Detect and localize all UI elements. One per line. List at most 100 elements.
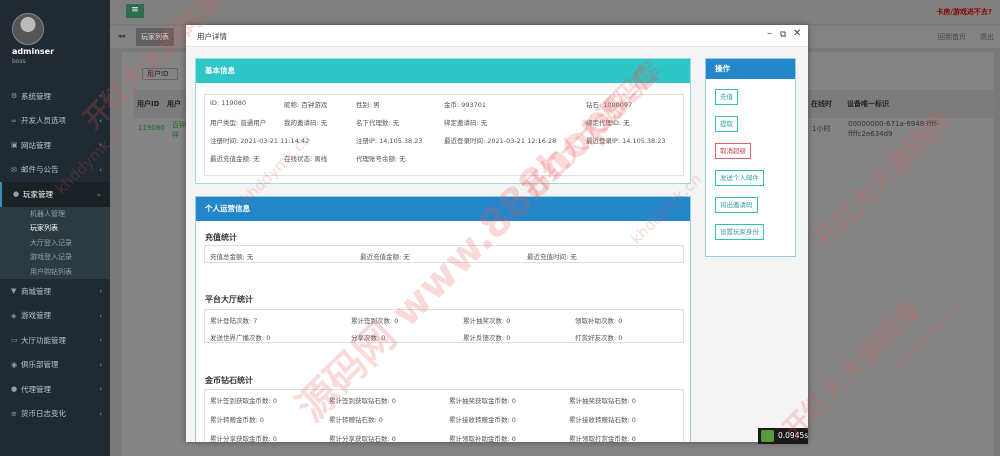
- tab-scroll-left-icon[interactable]: ◂◂: [118, 32, 125, 40]
- user-role: boss: [12, 58, 26, 65]
- chevron-left-icon: ‹: [99, 165, 102, 174]
- timer-value: 0.0945s: [778, 431, 809, 440]
- col-header-userid: 用户ID: [134, 90, 164, 118]
- field-bound-agent: 绑定代理ID: 无: [586, 119, 630, 127]
- chevron-left-icon: ‹: [99, 336, 102, 345]
- sidebar-sub-hall-login[interactable]: 大厅登入记录: [0, 235, 110, 250]
- field-register-time: 注册时间: 2021-03-21 11:14:42: [210, 137, 310, 145]
- field-online-status: 在线状态: 离线: [284, 155, 328, 163]
- sidebar-item-shop[interactable]: ▼ 商城管理 ‹: [0, 279, 110, 304]
- gamepad-icon: ◈: [11, 311, 17, 320]
- sidebar-item-label: 商城管理: [21, 286, 51, 296]
- tab-player-list[interactable]: 玩家列表: [136, 28, 174, 46]
- agent-icon: ●: [11, 385, 18, 394]
- sidebar-item-currency-log[interactable]: ≡ 货币日志变化 ‹: [0, 402, 110, 427]
- send-mail-button[interactable]: 发送个人邮件: [715, 170, 764, 186]
- sidebar-sub-diamond-list[interactable]: 用户购钻列表: [0, 264, 110, 279]
- stat-received-gold: 累计接收转赠金币数: 0: [449, 416, 516, 424]
- sidebar-item-hall[interactable]: ▭ 大厅功能管理 ‹: [0, 328, 110, 353]
- sidebar-sub-robots[interactable]: 机器人管理: [0, 206, 110, 221]
- field-user-type: 用户类型: 普通用户: [210, 119, 267, 127]
- maximize-icon[interactable]: ⧉: [780, 30, 786, 40]
- sidebar-item-label: 代理管理: [21, 384, 51, 394]
- chevron-left-icon: ‹: [99, 92, 102, 101]
- list-icon: ≡: [11, 409, 17, 418]
- sidebar-item-mail[interactable]: ✉ 邮件与公告 ‹: [0, 158, 110, 183]
- recharge-stats-title: 充值统计: [205, 233, 237, 242]
- filter-userid-label[interactable]: 用户ID: [142, 68, 178, 80]
- modal-title: 用户详情: [197, 32, 227, 41]
- sidebar-sub-game-login[interactable]: 游戏登入记录: [0, 250, 110, 265]
- row-nick-1: 百钟: [172, 121, 186, 129]
- close-icon[interactable]: ✕: [793, 28, 801, 39]
- cart-icon: ▼: [11, 287, 17, 296]
- sidebar-item-system[interactable]: ⚙ 系统管理 ‹: [0, 84, 110, 109]
- row-device-2: ffffc2e634d9: [848, 130, 893, 138]
- set-identity-button[interactable]: 设置玩家身份: [715, 224, 764, 240]
- sidebar-item-games[interactable]: ◈ 游戏管理 ‹: [0, 304, 110, 329]
- stat-lottery-count: 累计抽奖次数: 0: [463, 317, 511, 325]
- stat-feedback-count: 累计反馈次数: 0: [463, 334, 511, 342]
- chevron-left-icon: ‹: [99, 116, 102, 125]
- page-load-timer: 0.0945s: [758, 428, 808, 444]
- sidebar-item-label: 货币日志变化: [21, 409, 66, 419]
- row-online: 1小时: [812, 125, 831, 133]
- sidebar-item-label: 网站管理: [21, 140, 51, 150]
- stat-recharge-total: 充值总金额: 无: [210, 253, 254, 261]
- sidebar-item-label: 开发人员选项: [21, 116, 66, 126]
- chevron-left-icon: ‹: [99, 141, 102, 150]
- stat-tip-count: 打赏好友次数: 0: [575, 334, 623, 342]
- exit-button[interactable]: 退出: [980, 32, 994, 42]
- field-gender: 性别: 男: [356, 101, 380, 109]
- stat-signin-count: 累计签到次数: 0: [351, 317, 399, 325]
- sidebar-item-agent[interactable]: ● 代理管理 ‹: [0, 377, 110, 402]
- row-userid[interactable]: 119080: [138, 124, 165, 132]
- minimize-icon[interactable]: –: [767, 28, 772, 39]
- sidebar-menu: ⚙ 系统管理 ‹ ∞ 开发人员选项 ‹ ▣ 网站管理 ‹ ✉ 邮件与公告 ‹ ● 玩家管理 ⌄ 机器…: [0, 84, 110, 426]
- link-icon: ∞: [11, 116, 17, 125]
- sidebar-sub-player-list[interactable]: 玩家列表: [0, 221, 110, 236]
- stat-signin-diamond: 累计签到获取钻石数: 0: [329, 397, 396, 405]
- field-id: ID: 119080: [210, 99, 246, 107]
- chevron-left-icon: ‹: [99, 385, 102, 394]
- menu-toggle-icon[interactable]: ≡: [126, 4, 144, 18]
- operations-panel: 操作 充值 提取 取消超级 发送个人邮件 将出邀请码 设置玩家身份: [705, 58, 796, 257]
- field-last-recharge: 最近充值金额: 无: [210, 155, 260, 163]
- sidebar-item-label: 游戏管理: [21, 311, 51, 321]
- tab-home-button[interactable]: 回到首页: [938, 32, 966, 42]
- sidebar-item-label: 玩家管理: [23, 189, 53, 199]
- gold-stats-grid: 累计签到获取金币数: 0 累计签到获取钻石数: 0 累计抽奖获取金币数: 0 累…: [204, 389, 684, 442]
- stat-broadcast-count: 发送世界广播次数: 0: [210, 334, 271, 342]
- field-nickname: 昵称: 百钟游戏: [284, 101, 328, 109]
- sidebar-item-players[interactable]: ● 玩家管理 ⌄: [0, 182, 110, 207]
- field-agent-balance: 代理账号余额: 无: [356, 155, 406, 163]
- notice-link[interactable]: 卡房/游戏进不去?: [936, 7, 992, 17]
- operations-title: 操作: [706, 59, 795, 79]
- field-my-invite: 我的邀请码: 无: [284, 119, 328, 127]
- sidebar-item-site[interactable]: ▣ 网站管理 ‹: [0, 133, 110, 158]
- stat-share-gold: 累计分享获取金币数: 0: [210, 435, 277, 442]
- export-invite-button[interactable]: 将出邀请码: [715, 197, 758, 213]
- withdraw-button[interactable]: 提取: [715, 116, 738, 132]
- field-bound-invite: 绑定邀请码: 无: [444, 119, 488, 127]
- sidebar-item-club[interactable]: ◉ 俱乐部管理 ‹: [0, 353, 110, 378]
- user-name: adminser: [12, 47, 55, 56]
- hall-stats-grid: 累计登陆次数: 7 累计签到次数: 0 累计抽奖次数: 0 领取补助次数: 0 …: [204, 309, 684, 343]
- chevron-down-icon: ⌄: [96, 190, 102, 199]
- chevron-left-icon: ‹: [99, 287, 102, 296]
- stat-login-count: 累计登陆次数: 7: [210, 317, 258, 325]
- modal-header: 用户详情 – ⧉ ✕: [186, 25, 808, 47]
- chevron-left-icon: ‹: [99, 409, 102, 418]
- col-header-user: 用户: [164, 90, 186, 118]
- sidebar-item-dev[interactable]: ∞ 开发人员选项 ‹: [0, 109, 110, 134]
- avatar[interactable]: [12, 13, 44, 45]
- recharge-button[interactable]: 充值: [715, 89, 738, 105]
- stat-received-diamond: 累计接收转赠钻石数: 0: [569, 416, 636, 424]
- desktop-icon: ▭: [11, 336, 18, 345]
- chevron-left-icon: ‹: [99, 360, 102, 369]
- stat-transfer-gold: 累计转赠金币数: 0: [210, 416, 264, 424]
- cancel-super-button[interactable]: 取消超级: [715, 143, 751, 159]
- field-last-login-time: 最近登录时间: 2021-03-21 12:16:28: [444, 137, 557, 145]
- sidebar-item-label: 俱乐部管理: [21, 360, 59, 370]
- stat-subsidy-count: 领取补助次数: 0: [575, 317, 623, 325]
